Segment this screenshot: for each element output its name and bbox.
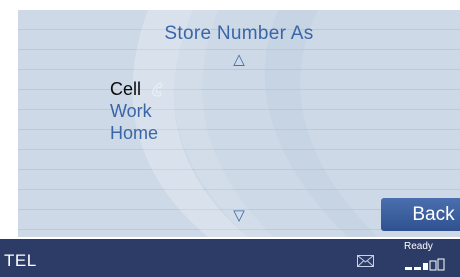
option-work[interactable]: Work: [110, 100, 158, 122]
option-list: Cell Work Home: [110, 78, 163, 144]
page-title: Store Number As: [164, 23, 314, 44]
envelope-icon: [357, 255, 374, 267]
signal-strength-icon: [405, 258, 445, 271]
mode-label: TEL: [4, 251, 37, 270]
option-label: Cell: [110, 79, 142, 99]
scroll-up-arrow-icon[interactable]: △: [18, 50, 460, 68]
content-panel: Store Number As △ Cell Work Home ▽ Back: [18, 10, 460, 237]
status-text: Ready: [404, 241, 433, 252]
status-bar: TEL Ready: [0, 239, 460, 277]
selected-handset-icon: [152, 82, 163, 97]
option-home[interactable]: Home: [110, 122, 158, 144]
back-button[interactable]: Back: [381, 198, 460, 231]
option-label: Home: [110, 123, 159, 143]
back-button-label: Back: [412, 204, 455, 225]
option-cell[interactable]: Cell: [110, 78, 163, 100]
phone-screen: Store Number As △ Cell Work Home ▽ Back …: [0, 0, 460, 277]
option-label: Work: [110, 101, 152, 121]
